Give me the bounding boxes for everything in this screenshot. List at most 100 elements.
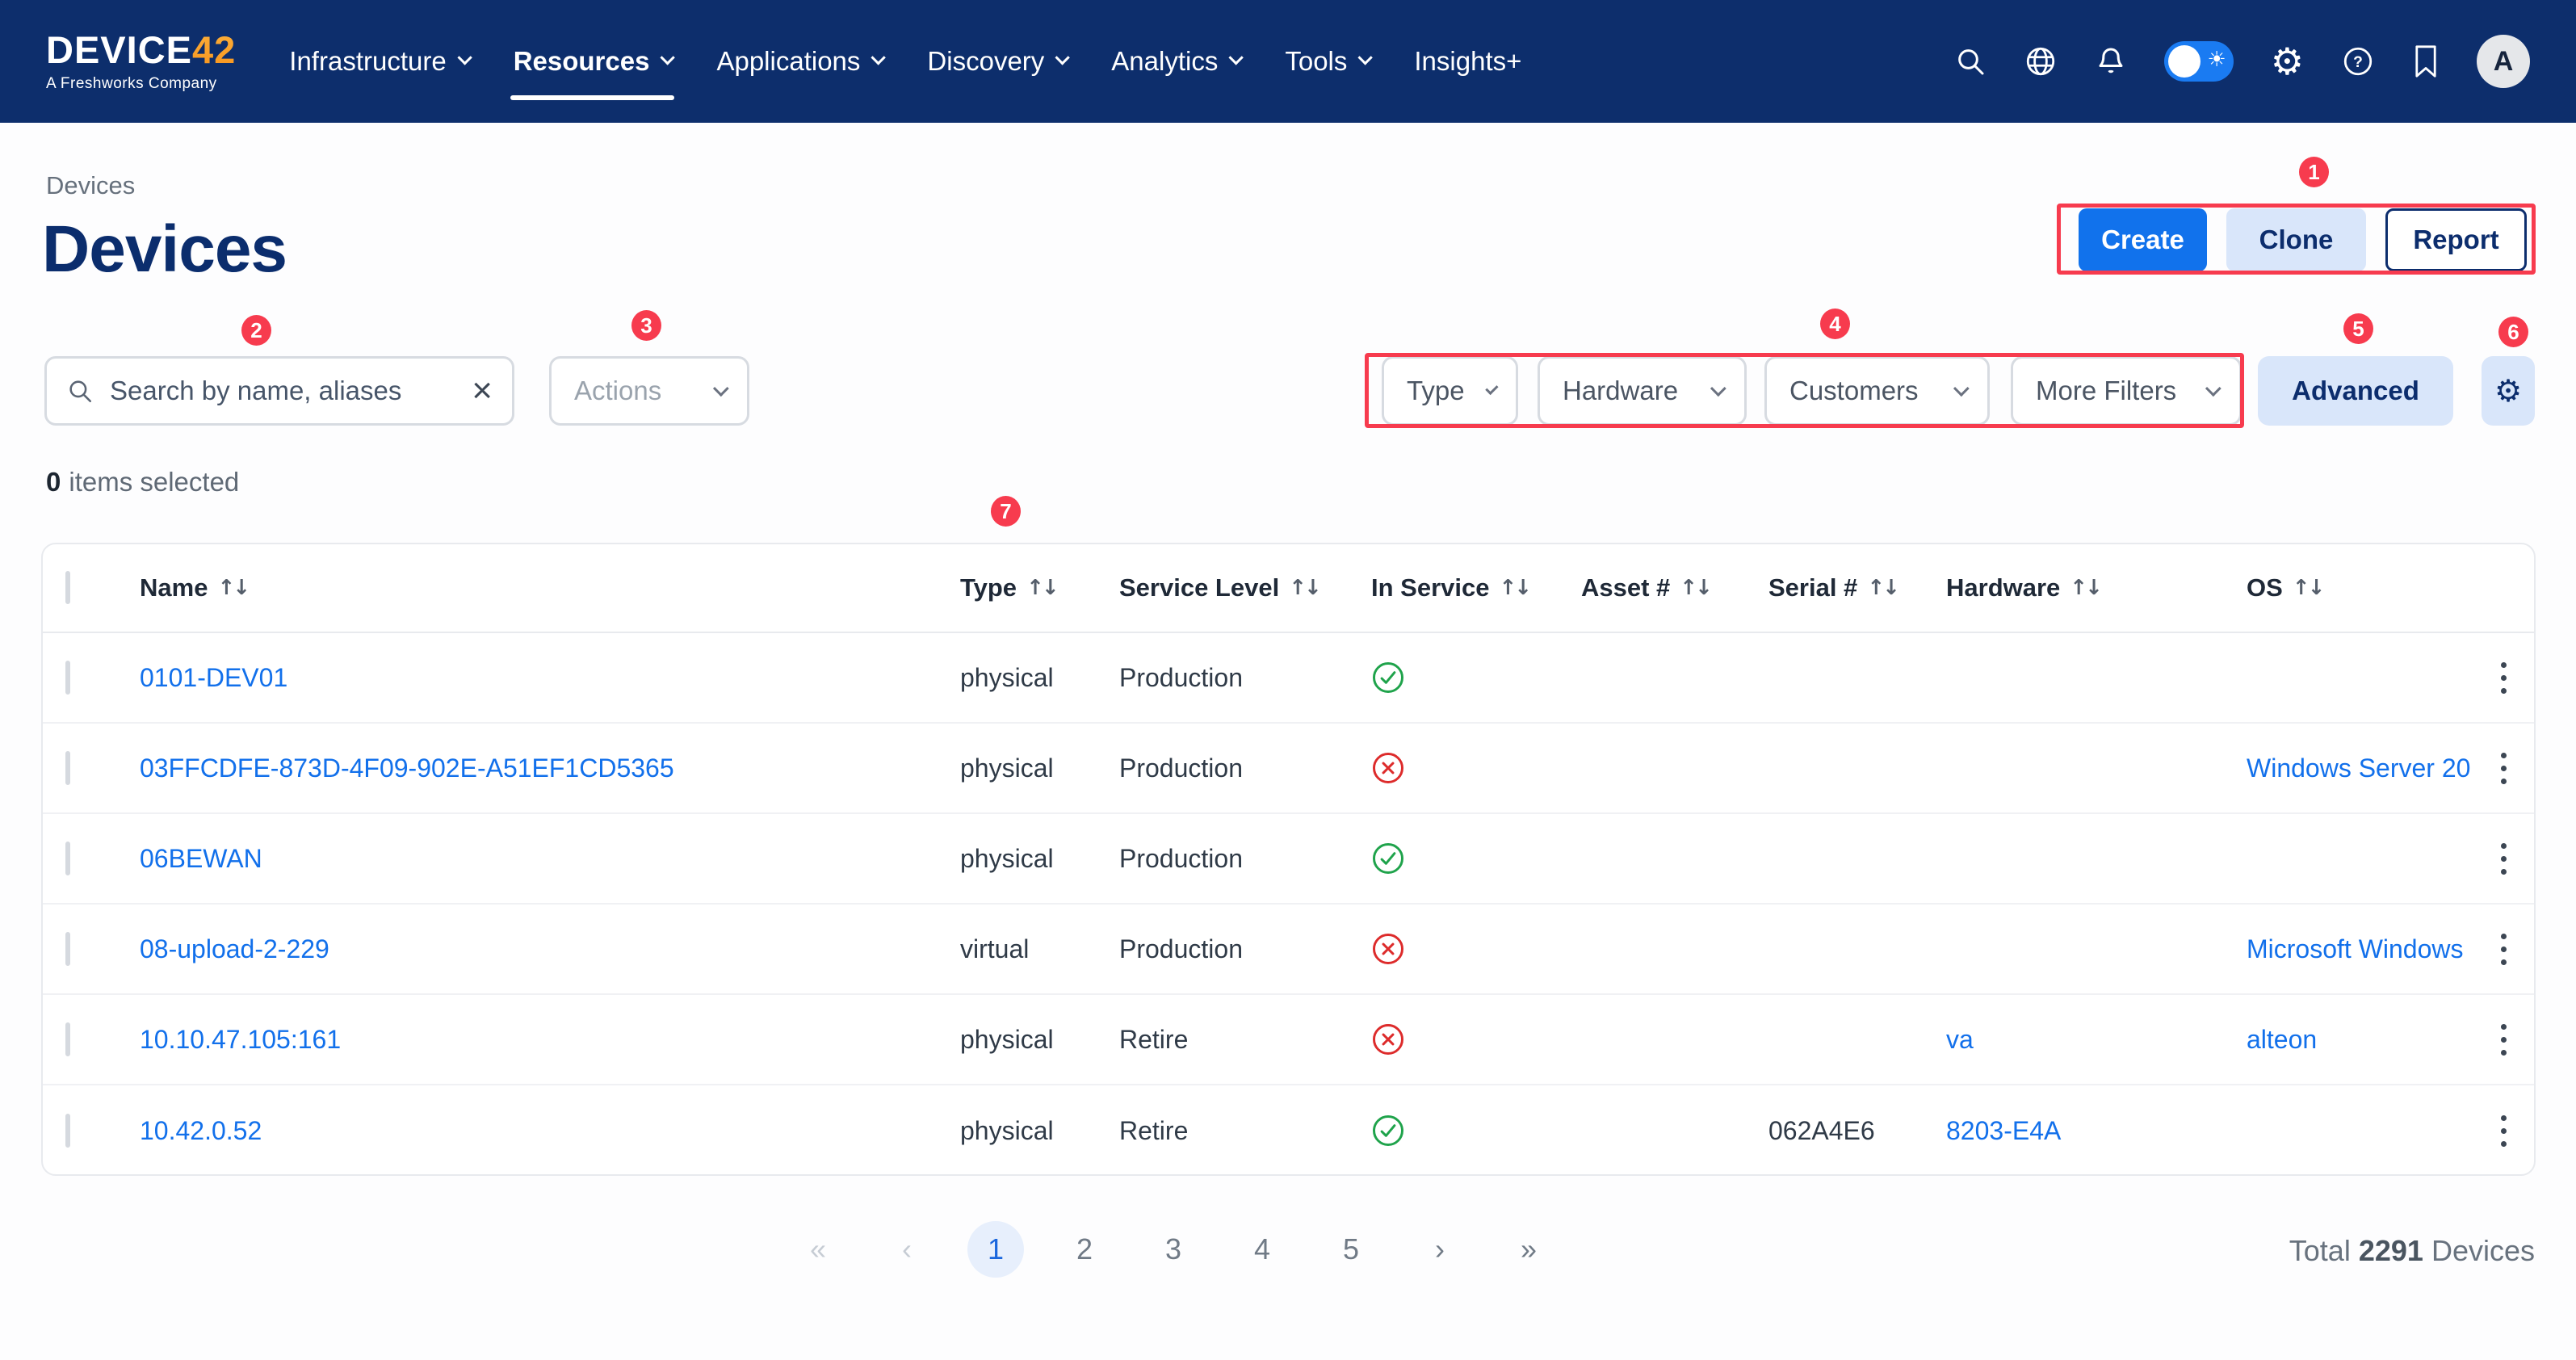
in-service-status-icon — [1371, 932, 1581, 966]
sort-icon[interactable]: ↑↓ — [1499, 576, 1529, 600]
in-service-status-icon — [1371, 842, 1581, 875]
brand-tagline: A Freshworks Company — [46, 75, 236, 93]
os-link[interactable]: alteon — [2247, 1025, 2317, 1054]
bookmark-icon[interactable] — [2412, 44, 2440, 78]
pagination-page-3[interactable]: 3 — [1145, 1221, 1202, 1278]
help-icon[interactable]: ? — [2341, 44, 2375, 78]
create-button[interactable]: Create — [2079, 208, 2207, 271]
nav-icon-group: ☀ ⚙ ? A — [1954, 35, 2530, 88]
search-icon — [66, 377, 94, 405]
brand-logo[interactable]: DEVICE42 A Freshworks Company — [46, 31, 236, 93]
filter-more-filters-dropdown[interactable]: More Filters — [2011, 356, 2242, 426]
device-name-link[interactable]: 10.42.0.52 — [140, 1116, 262, 1145]
row-checkbox[interactable] — [65, 661, 70, 695]
select-all-checkbox[interactable] — [65, 571, 70, 604]
settings-gear-icon[interactable]: ⚙ — [2271, 43, 2304, 80]
svg-text:?: ? — [2353, 54, 2363, 71]
clear-search-icon[interactable]: × — [472, 373, 493, 409]
chevron-down-icon — [1953, 380, 1970, 397]
pagination-prev[interactable]: ‹ — [879, 1221, 935, 1278]
row-menu-kebab-icon[interactable] — [2501, 1115, 2512, 1147]
search-box: × — [44, 356, 514, 426]
devices-table: Name↑↓ Type↑↓ Service Level↑↓ In Service… — [41, 543, 2536, 1176]
pagination-page-5[interactable]: 5 — [1323, 1221, 1379, 1278]
breadcrumb[interactable]: Devices — [46, 171, 135, 200]
search-icon[interactable] — [1954, 45, 1987, 78]
hardware-link[interactable]: 8203-E4A — [1946, 1116, 2061, 1145]
chevron-down-icon — [1710, 380, 1726, 397]
device-name-link[interactable]: 08-upload-2-229 — [140, 934, 329, 963]
annotation-badge-5: 5 — [2343, 313, 2373, 344]
nav-item-analytics[interactable]: Analytics — [1111, 0, 1240, 123]
row-menu-kebab-icon[interactable] — [2501, 753, 2512, 784]
annotation-badge-1: 1 — [2299, 157, 2329, 187]
search-input[interactable] — [110, 376, 455, 406]
device-name-link[interactable]: 06BEWAN — [140, 844, 262, 873]
chevron-down-icon — [2205, 380, 2221, 397]
notifications-bell-icon[interactable] — [2095, 44, 2127, 78]
row-menu-kebab-icon[interactable] — [2501, 934, 2512, 965]
row-checkbox[interactable] — [65, 1022, 70, 1056]
chevron-down-icon — [871, 50, 886, 65]
chevron-down-icon — [1229, 50, 1244, 65]
total-devices-count: Total 2291 Devices — [2289, 1234, 2535, 1268]
report-button[interactable]: Report — [2385, 208, 2527, 271]
nav-item-insights[interactable]: Insights+ — [1414, 0, 1521, 123]
table-row: 0101-DEV01 physical Production — [43, 633, 2534, 724]
sort-icon[interactable]: ↑↓ — [1026, 576, 1057, 600]
sort-icon[interactable]: ↑↓ — [217, 576, 248, 600]
row-checkbox[interactable] — [65, 1114, 70, 1148]
sort-icon[interactable]: ↑↓ — [1680, 576, 1710, 600]
annotation-badge-4: 4 — [1820, 309, 1850, 339]
filter-customers-dropdown[interactable]: Customers — [1764, 356, 1990, 426]
nav-item-applications[interactable]: Applications — [716, 0, 882, 123]
page-title: Devices — [42, 212, 287, 288]
nav-item-discovery[interactable]: Discovery — [927, 0, 1066, 123]
sun-icon: ☀ — [2207, 48, 2226, 72]
row-checkbox[interactable] — [65, 932, 70, 966]
user-avatar[interactable]: A — [2477, 35, 2530, 88]
row-menu-kebab-icon[interactable] — [2501, 1024, 2512, 1056]
pagination-page-1[interactable]: 1 — [967, 1221, 1024, 1278]
filter-hardware-dropdown[interactable]: Hardware — [1538, 356, 1747, 426]
pagination-last[interactable]: » — [1500, 1221, 1557, 1278]
chevron-down-icon — [661, 50, 675, 65]
advanced-button[interactable]: Advanced — [2258, 356, 2453, 426]
os-link[interactable]: Windows Server 20 — [2247, 753, 2470, 783]
row-menu-kebab-icon[interactable] — [2501, 843, 2512, 875]
nav-item-tools[interactable]: Tools — [1285, 0, 1369, 123]
in-service-status-icon — [1371, 751, 1581, 785]
sort-icon[interactable]: ↑↓ — [2293, 576, 2323, 600]
device-name-link[interactable]: 0101-DEV01 — [140, 663, 287, 692]
device-name-link[interactable]: 03FFCDFE-873D-4F09-902E-A51EF1CD5365 — [140, 753, 674, 783]
nav-item-resources[interactable]: Resources — [514, 0, 672, 123]
sort-icon[interactable]: ↑↓ — [1867, 576, 1898, 600]
hardware-link[interactable]: va — [1946, 1025, 1974, 1054]
chevron-down-icon — [1358, 50, 1373, 65]
row-menu-kebab-icon[interactable] — [2501, 662, 2512, 694]
globe-icon[interactable] — [2024, 44, 2058, 78]
table-row: 10.10.47.105:161 physical Retire va alte… — [43, 995, 2534, 1085]
pagination-page-2[interactable]: 2 — [1056, 1221, 1113, 1278]
filter-type-dropdown[interactable]: Type — [1382, 356, 1518, 426]
device-name-link[interactable]: 10.10.47.105:161 — [140, 1025, 341, 1054]
nav-item-infrastructure[interactable]: Infrastructure — [289, 0, 468, 123]
in-service-status-icon — [1371, 1022, 1581, 1056]
sort-icon[interactable]: ↑↓ — [2070, 576, 2100, 600]
clone-button[interactable]: Clone — [2226, 208, 2366, 271]
theme-toggle[interactable]: ☀ — [2164, 41, 2234, 82]
actions-dropdown[interactable]: Actions — [549, 356, 749, 426]
top-nav: DEVICE42 A Freshworks Company Infrastruc… — [0, 0, 2576, 123]
pagination-next[interactable]: › — [1412, 1221, 1468, 1278]
table-settings-gear-button[interactable]: ⚙ — [2482, 356, 2535, 426]
os-link[interactable]: Microsoft Windows — [2247, 934, 2464, 963]
row-checkbox[interactable] — [65, 751, 70, 785]
pagination-first[interactable]: « — [790, 1221, 846, 1278]
table-header-row: Name↑↓ Type↑↓ Service Level↑↓ In Service… — [43, 544, 2534, 633]
in-service-status-icon — [1371, 1114, 1581, 1148]
pagination-page-4[interactable]: 4 — [1234, 1221, 1290, 1278]
sort-icon[interactable]: ↑↓ — [1289, 576, 1319, 600]
table-row: 03FFCDFE-873D-4F09-902E-A51EF1CD5365 phy… — [43, 724, 2534, 814]
row-checkbox[interactable] — [65, 842, 70, 875]
selection-summary: 0items selected — [46, 467, 239, 497]
